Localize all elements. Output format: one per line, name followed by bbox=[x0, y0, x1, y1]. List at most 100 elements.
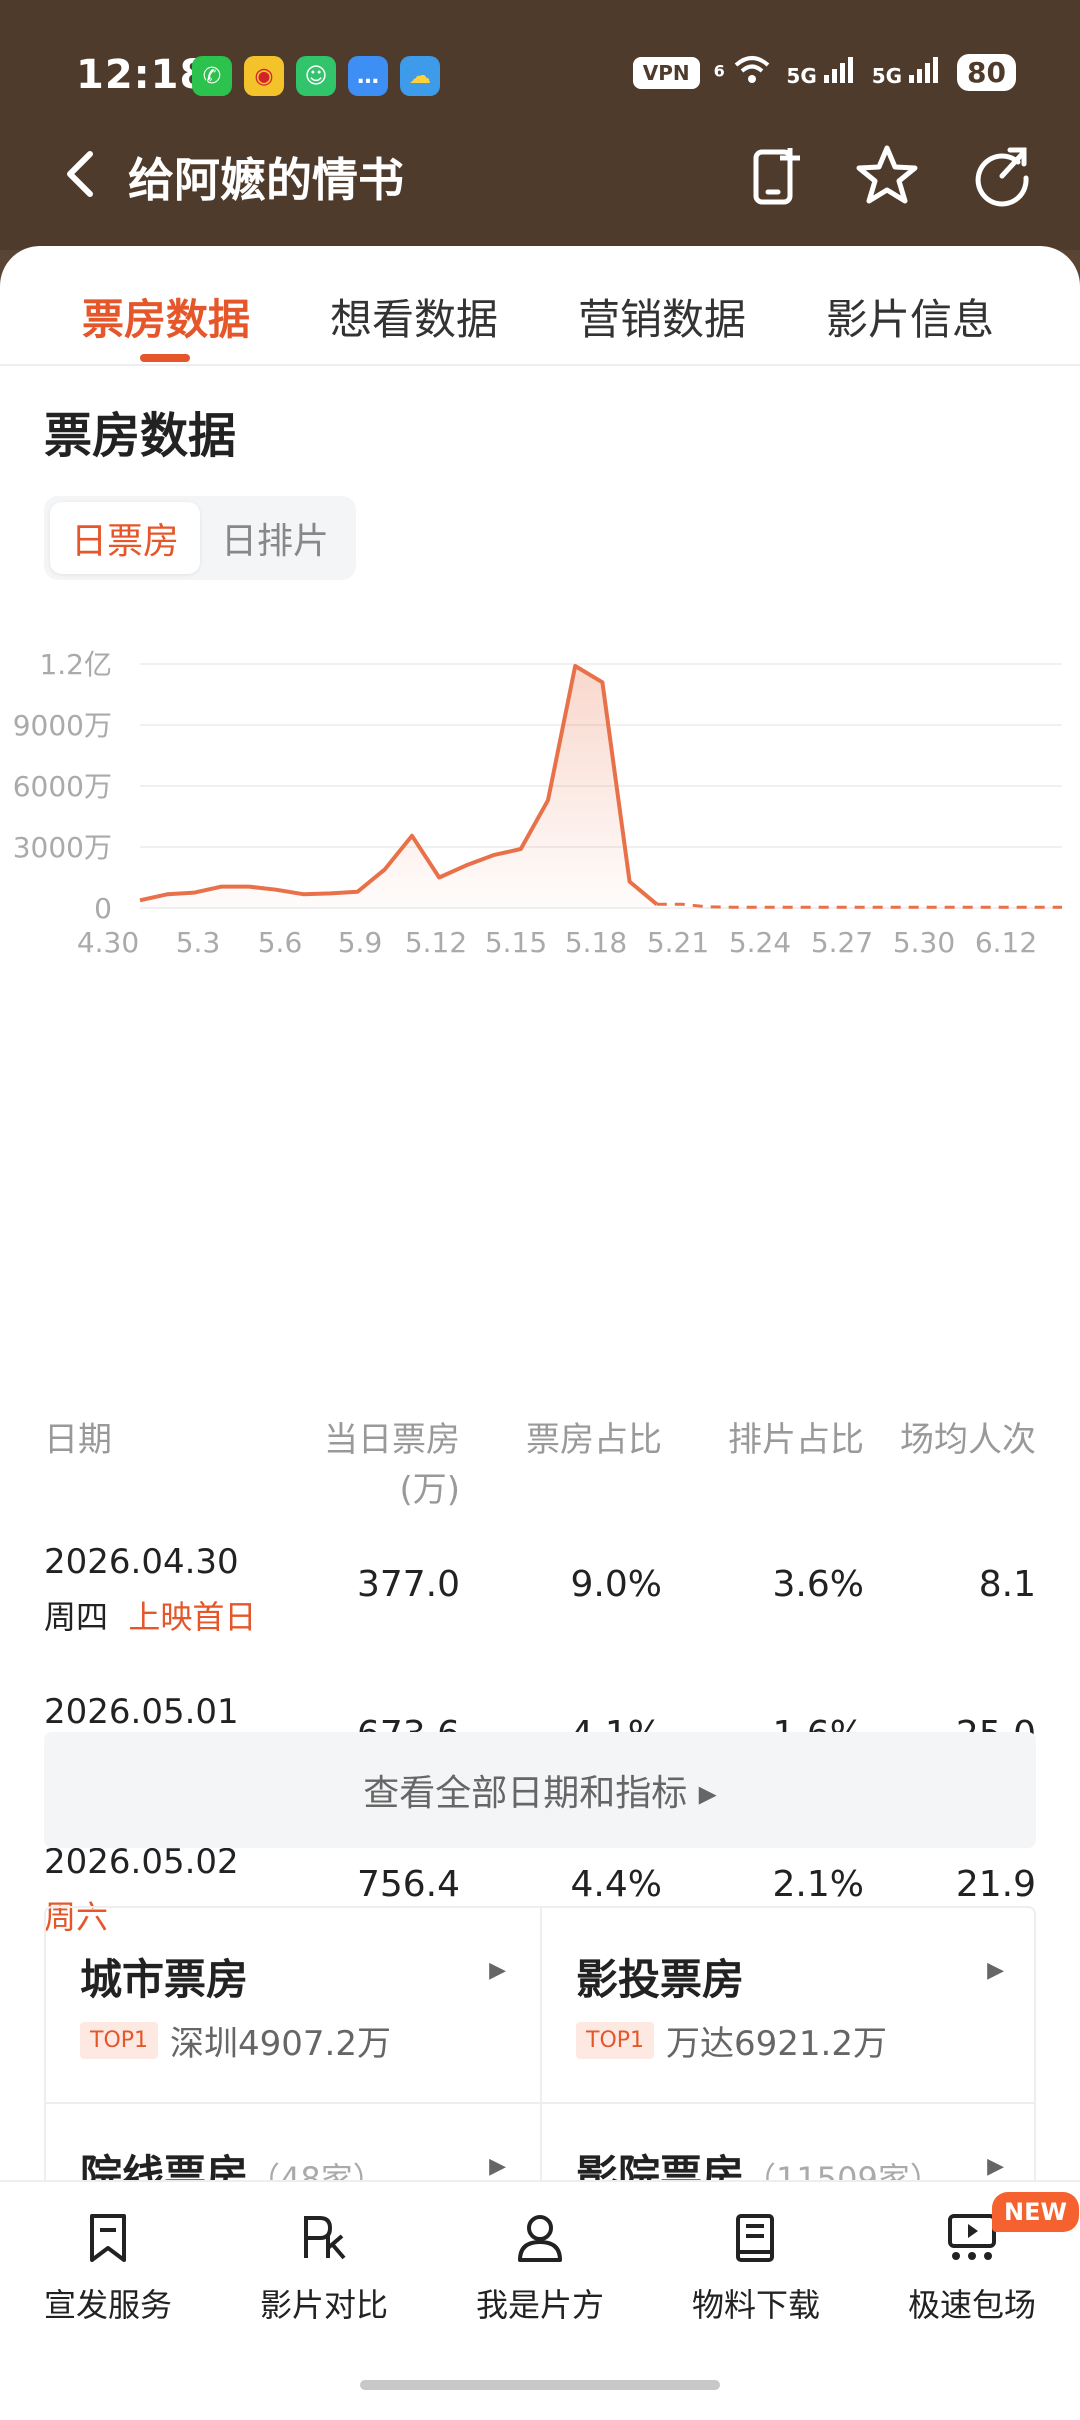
top1-badge: TOP1 bbox=[576, 2022, 655, 2059]
y-tick-label: 6000万 bbox=[13, 770, 112, 803]
x-tick-label: 5.6 bbox=[258, 926, 303, 959]
weibo-icon: ◉ bbox=[244, 56, 284, 96]
x-tick-label: 5.15 bbox=[485, 926, 547, 959]
arrow-right-icon: ▶ bbox=[489, 1958, 506, 1983]
nav-label: 物料下载 bbox=[691, 2286, 820, 2324]
tab-bar: 票房数据 想看数据 营销数据 影片信息 bbox=[0, 246, 1080, 366]
x-tick-label: 6.12 bbox=[975, 926, 1037, 959]
net1-label: 5G bbox=[786, 64, 817, 88]
row-date: 2026.05.01 bbox=[44, 1692, 239, 1732]
system-status: VPN 6 5G 5G 80 bbox=[632, 54, 1016, 91]
row-box: 377.0 bbox=[356, 1564, 460, 1605]
card-title: 城市票房 bbox=[80, 1955, 249, 2004]
book-icon bbox=[736, 2214, 774, 2262]
bookmark-icon bbox=[90, 2214, 126, 2262]
segment-daily-schedule[interactable]: 日排片 bbox=[200, 502, 350, 574]
back-arrow-icon[interactable] bbox=[52, 144, 112, 204]
row-share: 9.0% bbox=[570, 1564, 662, 1605]
signal-bars-icon bbox=[823, 57, 853, 83]
card-title: 影投票房 bbox=[576, 1955, 745, 2004]
tab-box-office[interactable]: 票房数据 bbox=[82, 286, 250, 347]
add-to-home-icon[interactable] bbox=[742, 140, 812, 210]
status-time: 12:18 bbox=[76, 52, 209, 98]
weather-icon: ☁ bbox=[400, 56, 440, 96]
arrow-right-icon: ▶ bbox=[987, 1958, 1004, 1983]
wifi-sup: 6 bbox=[713, 61, 725, 81]
x-tick-label: 4.30 bbox=[77, 926, 139, 959]
box-office-line-chart[interactable]: 0 3000万 6000万 9000万 1.2亿 4.30 5.3 5.6 5.9 5.12 5.… bbox=[0, 606, 1080, 1066]
investor-box-office-card[interactable]: 影投票房 ▶ TOP1 万达6921.2万 bbox=[542, 1908, 1034, 2104]
y-tick-label: 0 bbox=[94, 892, 112, 925]
tab-film-info[interactable]: 影片信息 bbox=[826, 286, 994, 347]
x-tick-label: 5.12 bbox=[405, 926, 467, 959]
top1-badge: TOP1 bbox=[80, 2022, 159, 2059]
header-date: 日期 bbox=[44, 1420, 112, 1460]
card-value: 深圳4907.2万 bbox=[170, 2024, 391, 2064]
x-tick-label: 5.18 bbox=[565, 926, 627, 959]
row-avg: 8.1 bbox=[978, 1564, 1036, 1605]
y-tick-label: 3000万 bbox=[13, 831, 112, 864]
row-avg: 21.9 bbox=[955, 1864, 1036, 1905]
status-bar: 12:18 ✆ ◉ ☺ … ☁ VPN 6 5G 5G 80 bbox=[0, 30, 1080, 120]
release-tag: 上映首日 bbox=[128, 1598, 257, 1636]
nav-download[interactable]: 物料下载 bbox=[648, 2210, 864, 2326]
nav-label: 影片对比 bbox=[259, 2286, 388, 2324]
table-row[interactable]: 2026.04.30 周四 上映首日 377.0 9.0% 3.6% 8.1 bbox=[0, 1542, 1080, 1692]
signal-1: 5G bbox=[786, 57, 857, 88]
pk-icon bbox=[304, 2216, 346, 2260]
person-icon bbox=[518, 2215, 562, 2262]
card-value: 万达6921.2万 bbox=[666, 2024, 887, 2064]
tab-want-to-see[interactable]: 想看数据 bbox=[330, 286, 498, 347]
signal-2: 5G bbox=[872, 57, 943, 88]
star-icon[interactable] bbox=[852, 140, 922, 210]
home-indicator[interactable] bbox=[360, 2380, 720, 2390]
x-tick-label: 5.24 bbox=[729, 926, 791, 959]
row-week: 周四 上映首日 bbox=[44, 1592, 256, 1638]
tab-marketing[interactable]: 营销数据 bbox=[578, 286, 746, 347]
arrow-right-icon: ▶ bbox=[489, 2154, 506, 2179]
row-share: 4.4% bbox=[570, 1864, 662, 1905]
nav-label: 宣发服务 bbox=[43, 2286, 172, 2324]
net2-label: 5G bbox=[871, 64, 903, 88]
section-title: 票房数据 bbox=[44, 408, 237, 464]
row-box: 756.4 bbox=[356, 1864, 460, 1905]
wifi-icon: 6 bbox=[714, 55, 773, 91]
segment-control: 日票房 日排片 bbox=[44, 496, 356, 580]
main-card: 票房数据 想看数据 营销数据 影片信息 票房数据 日票房 日排片 0 3000万 6… bbox=[0, 246, 1080, 2420]
y-tick-label: 9000万 bbox=[13, 709, 112, 742]
miui-icon: ☺ bbox=[296, 56, 336, 96]
x-tick-label: 5.27 bbox=[811, 926, 873, 959]
nav-producer[interactable]: 我是片方 bbox=[432, 2210, 648, 2326]
view-all-dates-button[interactable]: 查看全部日期和指标 ▸ bbox=[44, 1732, 1036, 1848]
y-tick-label: 1.2亿 bbox=[39, 648, 112, 681]
header-box: 当日票房 bbox=[324, 1420, 460, 1460]
share-icon[interactable] bbox=[966, 140, 1036, 210]
nav-label: 我是片方 bbox=[475, 2286, 604, 2324]
messages-icon: … bbox=[348, 56, 388, 96]
battery-indicator: 80 bbox=[957, 54, 1016, 91]
header-avg: 场均人次 bbox=[900, 1420, 1036, 1460]
signal-bars-icon bbox=[909, 57, 939, 83]
nav-bar: 给阿嬷的情书 bbox=[0, 130, 1080, 220]
header-share: 票房占比 bbox=[526, 1420, 662, 1460]
nav-compare[interactable]: 影片对比 bbox=[216, 2210, 432, 2326]
x-tick-label: 5.3 bbox=[176, 926, 221, 959]
segment-daily-box[interactable]: 日票房 bbox=[50, 502, 200, 574]
page-title: 给阿嬷的情书 bbox=[128, 153, 404, 207]
nav-label: 极速包场 bbox=[907, 2286, 1036, 2324]
header-box-unit: (万) bbox=[399, 1470, 460, 1510]
x-tick-label: 5.21 bbox=[647, 926, 709, 959]
x-tick-label: 5.9 bbox=[338, 926, 383, 959]
app-header: 12:18 ✆ ◉ ☺ … ☁ VPN 6 5G 5G 80 给阿嬷的情书 bbox=[0, 0, 1080, 250]
row-date: 2026.04.30 bbox=[44, 1542, 239, 1582]
x-tick-label: 5.30 bbox=[893, 926, 955, 959]
active-tab-indicator bbox=[140, 354, 190, 362]
city-box-office-card[interactable]: 城市票房 ▶ TOP1 深圳4907.2万 bbox=[46, 1908, 542, 2104]
row-schedule: 3.6% bbox=[772, 1564, 864, 1605]
row-date: 2026.05.02 bbox=[44, 1842, 239, 1882]
nav-promotion[interactable]: 宣发服务 bbox=[0, 2210, 216, 2326]
chart-forecast-line bbox=[656, 902, 1062, 909]
vpn-indicator: VPN bbox=[632, 56, 700, 89]
new-badge: NEW bbox=[992, 2192, 1079, 2232]
notification-icons: ✆ ◉ ☺ … ☁ bbox=[192, 56, 440, 96]
